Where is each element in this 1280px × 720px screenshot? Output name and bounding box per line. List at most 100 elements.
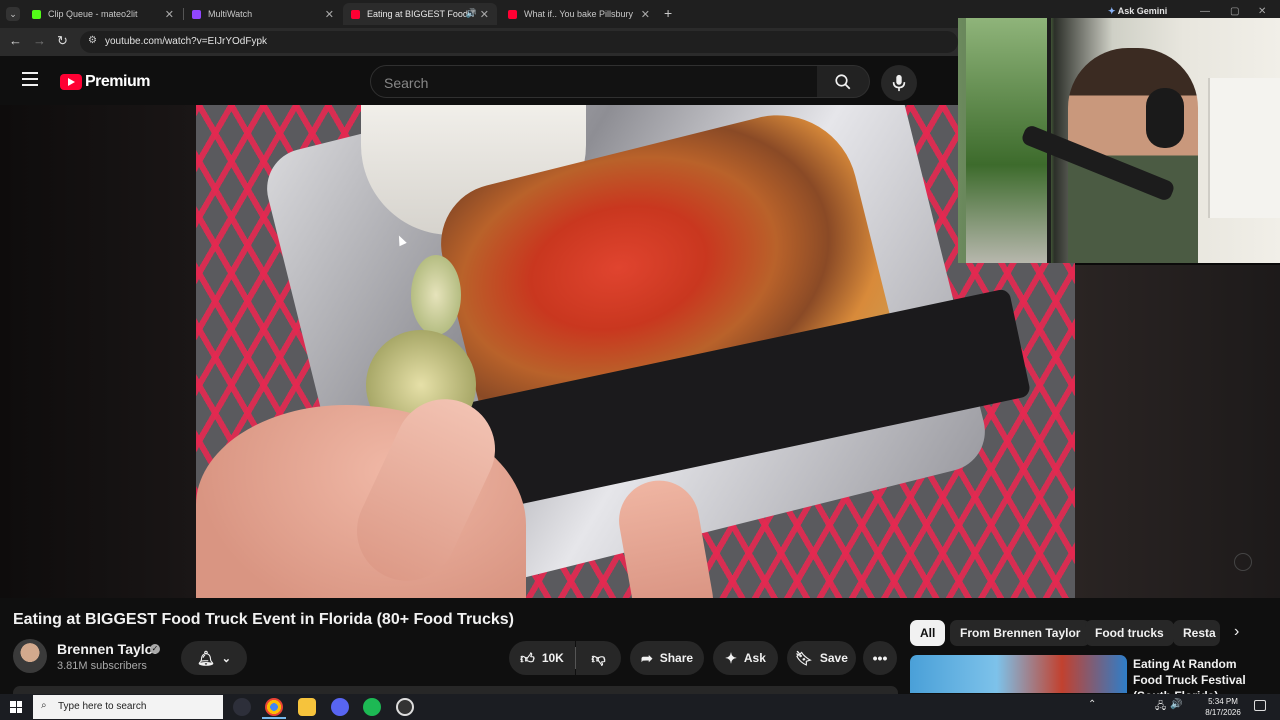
- voice-search-button[interactable]: [881, 65, 917, 101]
- obs-icon[interactable]: [396, 698, 414, 716]
- tab-title: Eating at BIGGEST Food Tru: [367, 9, 475, 19]
- taskbar-search-input[interactable]: ⌕ Type here to search: [33, 695, 223, 719]
- tab-title: What if.. You bake Pillsbury Coo: [524, 9, 636, 19]
- taskbar-clock[interactable]: 5:34 PM 8/17/2026: [1200, 696, 1246, 718]
- save-label: Save: [819, 651, 848, 665]
- tab-title: MultiWatch: [208, 9, 253, 19]
- share-button[interactable]: ➦ Share: [630, 641, 704, 675]
- windows-start-icon[interactable]: [10, 701, 22, 713]
- description-box[interactable]: [13, 686, 898, 694]
- speaker-icon[interactable]: 🔊: [466, 8, 477, 19]
- recommended-thumbnail[interactable]: [910, 655, 1127, 693]
- youtube-header: Premium Search: [0, 56, 958, 105]
- clock-date: 8/17/2026: [1205, 708, 1241, 717]
- like-button[interactable]: 👍︎ 10K: [509, 641, 575, 675]
- subscribed-notifications-button[interactable]: 🔔︎ ⌄: [181, 641, 247, 675]
- chip-food-trucks[interactable]: Food trucks: [1085, 620, 1174, 646]
- close-tab-icon[interactable]: ✕: [325, 8, 334, 21]
- subscriber-count: 3.81M subscribers: [57, 660, 147, 672]
- file-explorer-icon[interactable]: [298, 698, 316, 716]
- lime-slice: [411, 255, 461, 335]
- chip-all[interactable]: All: [910, 620, 946, 646]
- headset-icon: [1146, 88, 1184, 148]
- kick-favicon-icon: [32, 9, 41, 19]
- webcam-overlay: [958, 18, 1280, 263]
- tray-volume-icon[interactable]: 🔊: [1170, 699, 1182, 710]
- thumbs-up-icon: 👍︎: [520, 649, 535, 666]
- search-button[interactable]: [817, 65, 870, 98]
- window-maximize-icon[interactable]: ▢: [1230, 6, 1239, 17]
- player-watermark-icon: [1234, 553, 1252, 571]
- tab-title: Clip Queue - mateo2lit: [48, 9, 138, 19]
- address-bar[interactable]: ⚙ youtube.com/watch?v=EIJrYOdFypk: [80, 31, 958, 53]
- tab-clip-queue[interactable]: Clip Queue - mateo2lit ✕: [24, 3, 182, 25]
- video-player[interactable]: [196, 105, 1075, 598]
- search-input[interactable]: Search: [370, 65, 818, 98]
- dislike-button[interactable]: 👎︎: [576, 641, 621, 675]
- bell-icon: 🔔︎: [197, 649, 215, 666]
- task-view-icon[interactable]: [233, 698, 251, 716]
- youtube-favicon-icon: [508, 9, 517, 19]
- hamburger-menu-icon[interactable]: [22, 72, 38, 86]
- spotify-icon[interactable]: [363, 698, 381, 716]
- chevron-down-icon: ⌄: [221, 652, 231, 665]
- ask-gemini-button[interactable]: ✦ Ask Gemini: [1108, 6, 1167, 17]
- ambient-left: [0, 105, 196, 598]
- chrome-icon[interactable]: [265, 698, 283, 716]
- clock-time: 5:34 PM: [1208, 697, 1238, 706]
- webcam-cabinet: [1208, 78, 1280, 218]
- multiwatch-favicon-icon: [192, 9, 201, 19]
- app-icon[interactable]: [331, 698, 349, 716]
- close-tab-icon[interactable]: ✕: [165, 8, 174, 21]
- search-icon: ⌕: [41, 700, 47, 711]
- notification-icon[interactable]: [1254, 700, 1266, 711]
- more-dots-icon: •••: [872, 650, 888, 666]
- tab-pillsbury[interactable]: What if.. You bake Pillsbury Coo ✕: [500, 3, 658, 25]
- new-tab-icon[interactable]: +: [664, 5, 672, 21]
- window-close-icon[interactable]: ✕: [1258, 6, 1266, 17]
- youtube-favicon-icon: [351, 9, 360, 19]
- ask-gemini-label: Ask Gemini: [1117, 6, 1168, 16]
- active-app-indicator: [262, 717, 286, 719]
- site-info-icon[interactable]: ⚙: [88, 35, 97, 46]
- youtube-play-logo-icon: [60, 74, 82, 90]
- search-icon: [835, 73, 851, 89]
- chip-restaurants[interactable]: Resta: [1173, 620, 1220, 646]
- close-tab-icon[interactable]: ✕: [480, 8, 489, 21]
- back-arrow-icon[interactable]: ←: [9, 33, 22, 48]
- forward-arrow-icon[interactable]: →: [33, 33, 46, 48]
- tray-network-icon[interactable]: 🖧: [1155, 699, 1166, 716]
- gemini-icon: ✦: [1108, 6, 1116, 16]
- share-label: Share: [659, 651, 694, 665]
- tab-multiwatch[interactable]: MultiWatch ✕: [184, 3, 342, 25]
- ask-label: Ask: [743, 651, 766, 665]
- verified-badge-icon: ✓: [150, 644, 160, 654]
- bookmark-icon: 🔖︎: [795, 649, 813, 666]
- youtube-logo[interactable]: Premium: [60, 73, 150, 91]
- like-count: 10K: [541, 651, 564, 665]
- search-placeholder: Search: [384, 75, 429, 91]
- share-arrow-icon: ➦: [640, 649, 653, 666]
- tab-search-icon[interactable]: ⌄: [6, 7, 20, 21]
- close-tab-icon[interactable]: ✕: [641, 8, 650, 21]
- ask-button[interactable]: ✦ Ask: [713, 641, 778, 675]
- windows-taskbar: ⌕ Type here to search ⌃ 🖧 🔊 5:34 PM 8/17…: [0, 694, 1280, 720]
- channel-avatar[interactable]: [13, 639, 47, 673]
- window-minimize-icon[interactable]: —: [1200, 6, 1210, 17]
- ambient-right: [1075, 265, 1280, 598]
- chip-from-channel[interactable]: From Brennen Taylor: [950, 620, 1091, 646]
- logo-text: Premium: [85, 73, 150, 90]
- more-actions-button[interactable]: •••: [863, 641, 897, 675]
- chevron-right-icon[interactable]: ›: [1234, 623, 1239, 641]
- channel-name[interactable]: Brennen Taylor: [57, 641, 159, 657]
- reload-icon[interactable]: ↻: [57, 33, 68, 49]
- url-text: youtube.com/watch?v=EIJrYOdFypk: [105, 36, 268, 47]
- tab-youtube-active[interactable]: Eating at BIGGEST Food Tru 🔊 ✕: [343, 3, 497, 25]
- tray-chevron-icon[interactable]: ⌃: [1088, 699, 1096, 710]
- microphone-icon: [892, 74, 906, 92]
- save-button[interactable]: 🔖︎ Save: [787, 641, 856, 675]
- video-title: Eating at BIGGEST Food Truck Event in Fl…: [13, 611, 514, 628]
- thumbs-down-icon: 👎︎: [591, 649, 606, 666]
- sparkle-icon: ✦: [725, 649, 737, 666]
- taskbar-search-placeholder: Type here to search: [58, 701, 147, 712]
